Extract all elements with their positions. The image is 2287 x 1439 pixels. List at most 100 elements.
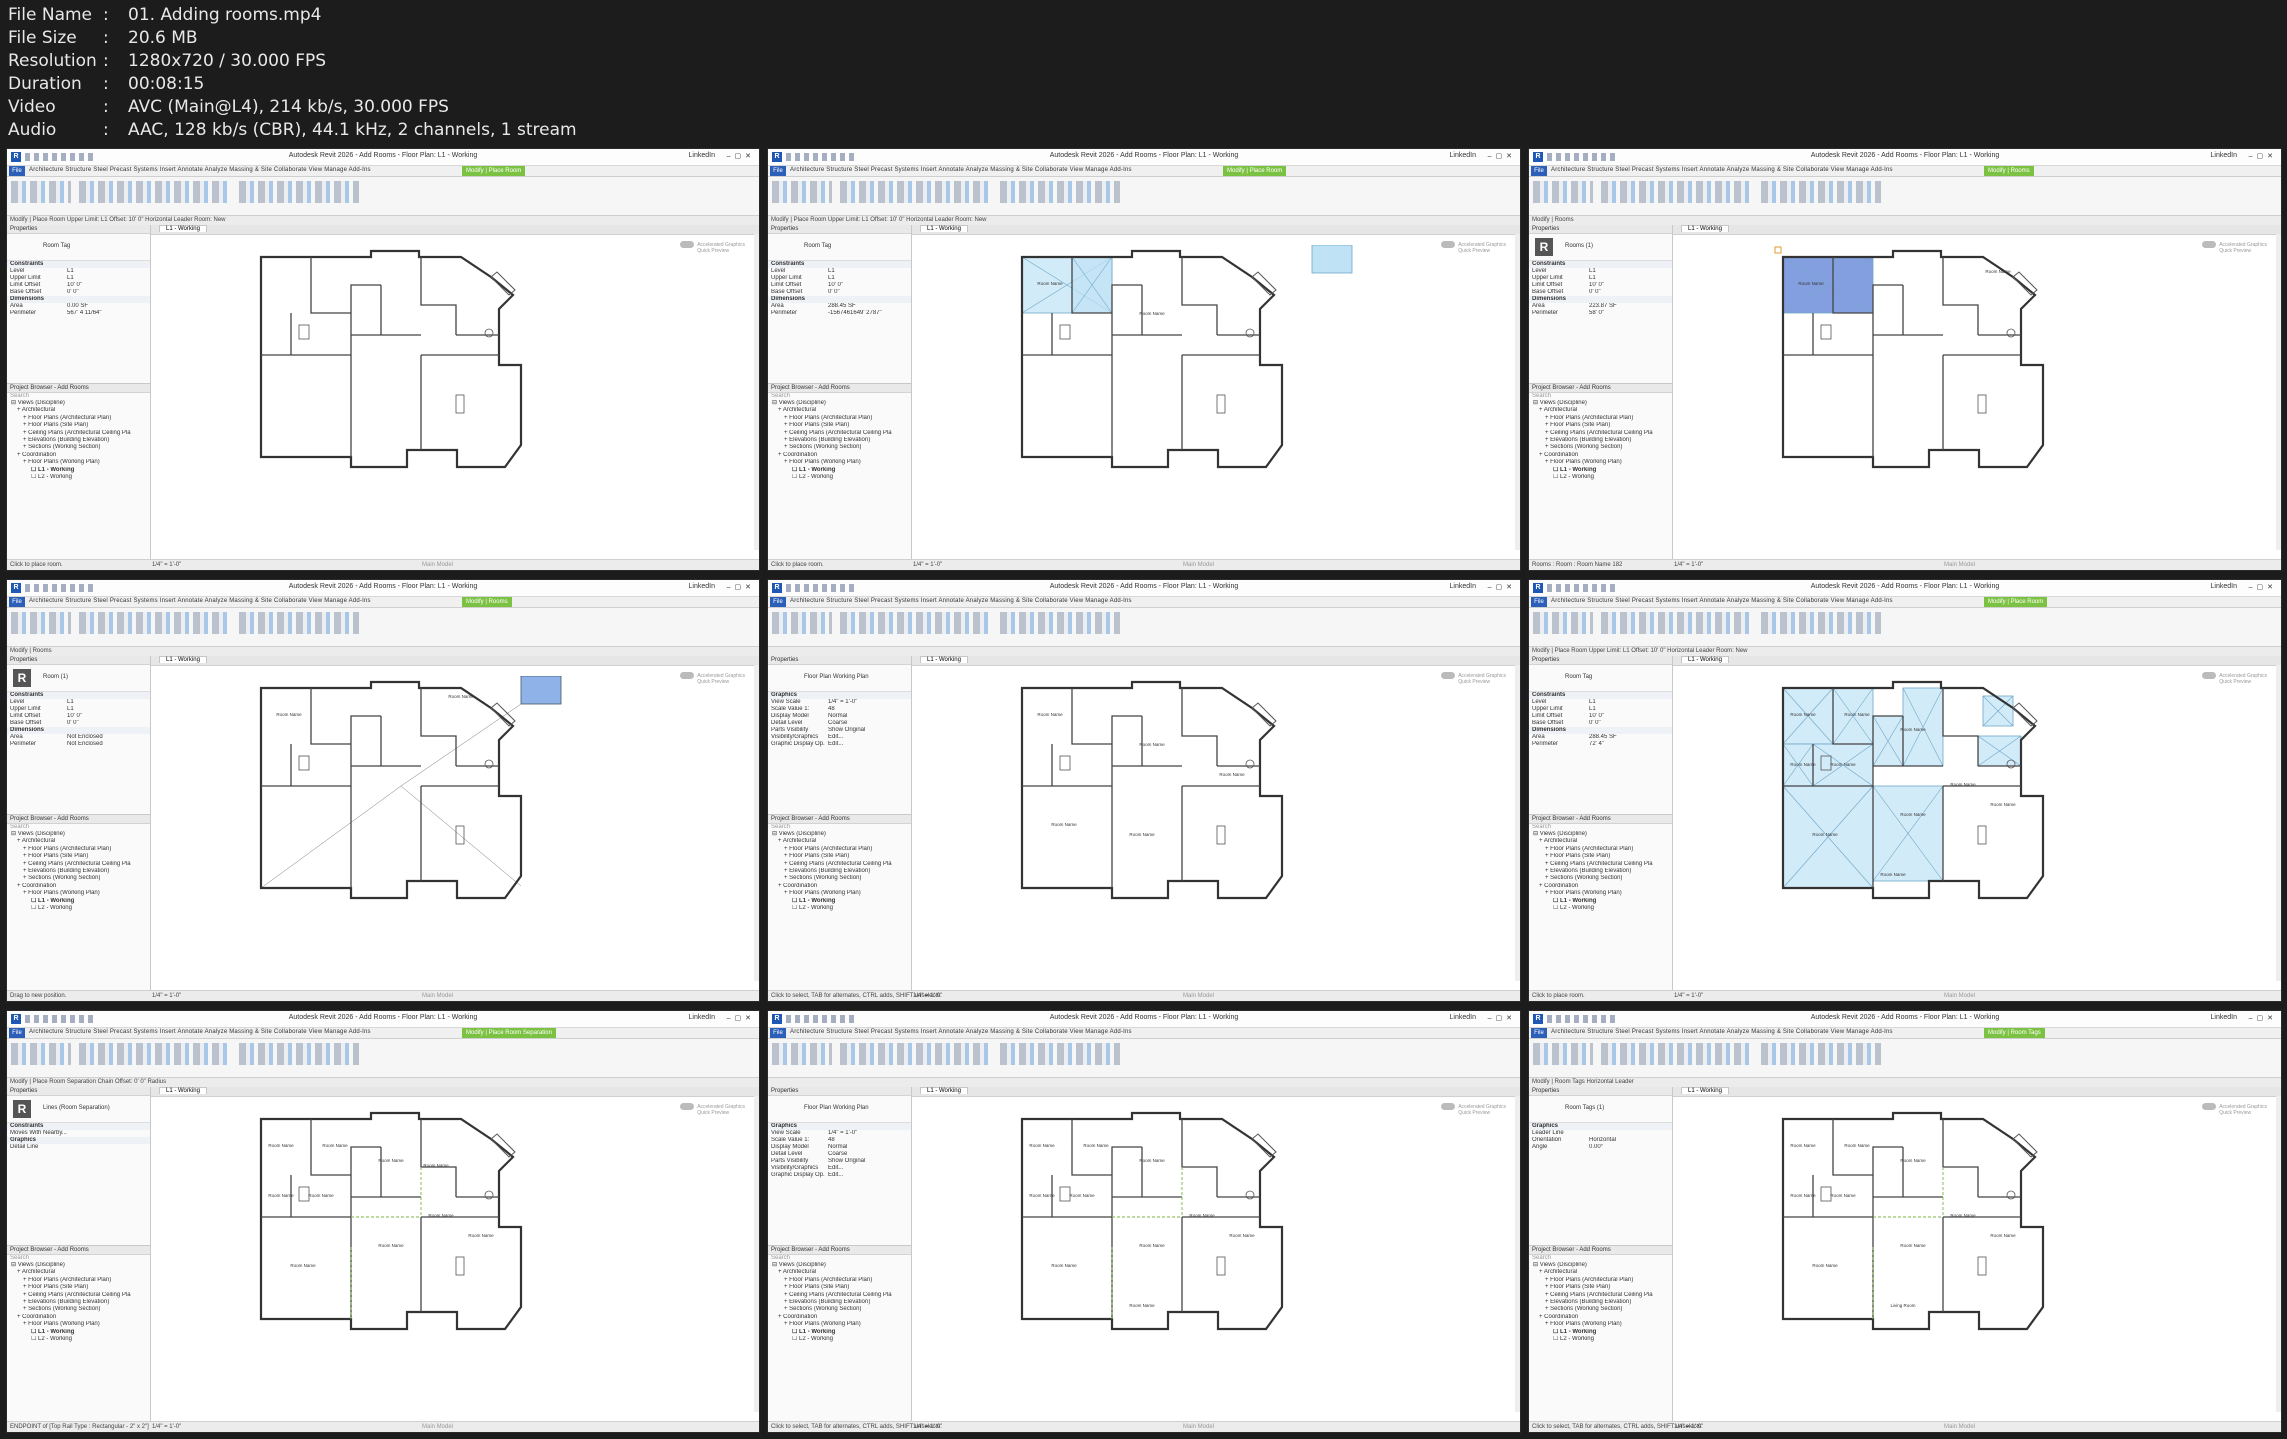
tree-item[interactable]: ⊟ Views (Discipline): [11, 831, 150, 838]
tree-item[interactable]: ☐ L1 - Working: [1533, 1329, 1672, 1336]
tree-item[interactable]: ☐ L1 - Working: [1533, 467, 1672, 474]
tab-file[interactable]: File: [9, 1028, 25, 1038]
view-tab-l1-working[interactable]: L1 - Working: [912, 656, 1520, 666]
tab-file[interactable]: File: [770, 166, 786, 176]
property-value[interactable]: Show Original: [828, 1158, 865, 1165]
type-selector[interactable]: R Lines (Room Separation): [7, 1096, 150, 1123]
browser-search-input[interactable]: Search: [1529, 393, 1672, 400]
property-value[interactable]: 567' 4 11/64": [67, 310, 102, 317]
tree-item[interactable]: + Sections (Working Section): [1533, 1306, 1672, 1313]
property-row[interactable]: Area 288.45 SF: [768, 303, 911, 310]
view-tab-l1-working[interactable]: L1 - Working: [912, 1087, 1520, 1097]
view-scale[interactable]: 1/4" = 1'-0": [1674, 1422, 1703, 1432]
property-value[interactable]: Edit...: [828, 1165, 843, 1172]
window-controls[interactable]: –▢✕: [1488, 152, 1516, 160]
tree-item[interactable]: + Architectural: [1533, 1269, 1672, 1276]
tree-item[interactable]: + Ceiling Plans (Architectural Ceiling P…: [11, 1292, 150, 1299]
vertical-scrollbar[interactable]: [1515, 665, 1520, 981]
ribbon-tools-modify[interactable]: [1533, 612, 1593, 634]
property-row[interactable]: Leader Line: [1529, 1130, 1672, 1137]
tree-item[interactable]: + Architectural: [772, 1269, 911, 1276]
view-scale[interactable]: 1/4" = 1'-0": [152, 991, 181, 1001]
property-row[interactable]: Visibility/Graphics Edit...: [768, 1165, 911, 1172]
property-row[interactable]: Graphic Display Op. Edit...: [768, 1172, 911, 1179]
ribbon-tab-names[interactable]: Architecture Structure Steel Precast Sys…: [29, 1029, 371, 1035]
drawing-area[interactable]: L1 - Working Accelerated Graphics Quick P…: [1673, 656, 2281, 991]
browser-search-input[interactable]: Search: [1529, 824, 1672, 831]
tab-file[interactable]: File: [1531, 166, 1547, 176]
tree-item[interactable]: + Coordination: [1533, 883, 1672, 890]
ribbon-tools-modify[interactable]: [11, 612, 71, 634]
floor-plan-drawing[interactable]: Room Name Room Name Room Name Room Name Room…: [251, 1107, 731, 1337]
main-model-label[interactable]: Main Model: [1183, 991, 1214, 1001]
linkedin-label[interactable]: LinkedIn: [2211, 1014, 2237, 1021]
window-controls[interactable]: –▢✕: [727, 583, 755, 591]
property-value[interactable]: Normal: [828, 1144, 847, 1151]
window-controls[interactable]: –▢✕: [2249, 583, 2277, 591]
window-controls[interactable]: –▢✕: [727, 152, 755, 160]
drawing-area[interactable]: L1 - Working Accelerated Graphics Quick P…: [151, 225, 759, 560]
tree-item[interactable]: + Floor Plans (Site Plan): [772, 422, 911, 429]
ribbon-tools-create[interactable]: [1761, 1043, 1881, 1065]
vertical-scrollbar[interactable]: [754, 1096, 759, 1412]
property-row[interactable]: Base Offset 0' 0": [768, 289, 911, 296]
property-value[interactable]: 288.45 SF: [828, 303, 856, 310]
tree-item[interactable]: + Ceiling Plans (Architectural Ceiling P…: [1533, 1292, 1672, 1299]
window-controls[interactable]: –▢✕: [1488, 1014, 1516, 1022]
property-row[interactable]: Limit Offset 10' 0": [1529, 282, 1672, 289]
ribbon-tools-create[interactable]: [1761, 612, 1881, 634]
vertical-scrollbar[interactable]: [754, 234, 759, 550]
tab-file[interactable]: File: [770, 1028, 786, 1038]
tree-item[interactable]: + Sections (Working Section): [1533, 444, 1672, 451]
tree-item[interactable]: + Architectural: [11, 838, 150, 845]
tree-item[interactable]: + Floor Plans (Architectural Plan): [772, 846, 911, 853]
property-row[interactable]: Area 0.00 SF: [7, 303, 150, 310]
tree-item[interactable]: + Sections (Working Section): [11, 875, 150, 882]
tree-item[interactable]: + Coordination: [1533, 1314, 1672, 1321]
tree-item[interactable]: + Coordination: [772, 883, 911, 890]
property-value[interactable]: 10' 0": [1589, 713, 1604, 720]
window-controls[interactable]: –▢✕: [1488, 583, 1516, 591]
property-row[interactable]: Display Model Normal: [768, 1144, 911, 1151]
property-row[interactable]: Graphics: [768, 1123, 911, 1130]
tree-item[interactable]: ☐ L1 - Working: [11, 467, 150, 474]
main-model-label[interactable]: Main Model: [422, 1422, 453, 1432]
property-row[interactable]: Perimeter Not Enclosed: [7, 741, 150, 748]
type-selector[interactable]: Room Tags (1): [1529, 1096, 1672, 1123]
floor-plan-drawing[interactable]: Room Name Room Name Room Name Room Name Room…: [1012, 1107, 1492, 1337]
view-scale[interactable]: 1/4" = 1'-0": [913, 1422, 942, 1432]
tree-item[interactable]: + Floor Plans (Working Plan): [1533, 1321, 1672, 1328]
property-value[interactable]: L1: [67, 699, 74, 706]
main-model-label[interactable]: Main Model: [1183, 560, 1214, 570]
property-value[interactable]: L1: [828, 268, 835, 275]
tree-item[interactable]: + Coordination: [772, 1314, 911, 1321]
tree-item[interactable]: ⊟ Views (Discipline): [11, 1262, 150, 1269]
ribbon-tab-names[interactable]: Architecture Structure Steel Precast Sys…: [790, 167, 1132, 173]
property-row[interactable]: Detail Level Coarse: [768, 1151, 911, 1158]
ribbon-tools-create[interactable]: [239, 612, 359, 634]
ribbon-tools-edit[interactable]: [79, 612, 229, 634]
tree-item[interactable]: ⊟ Views (Discipline): [1533, 400, 1672, 407]
property-row[interactable]: Constraints: [1529, 692, 1672, 699]
contextual-tab[interactable]: Modify | Place Room: [1223, 166, 1287, 176]
property-value[interactable]: 10' 0": [1589, 282, 1604, 289]
tree-item[interactable]: ☐ L2 - Working: [1533, 1336, 1672, 1343]
property-row[interactable]: Dimensions: [7, 296, 150, 303]
tree-item[interactable]: + Sections (Working Section): [772, 875, 911, 882]
tree-item[interactable]: ☐ L1 - Working: [11, 898, 150, 905]
tree-item[interactable]: ☐ L2 - Working: [11, 474, 150, 481]
property-value[interactable]: Edit...: [828, 741, 843, 748]
view-scale[interactable]: 1/4" = 1'-0": [913, 560, 942, 570]
property-row[interactable]: Perimeter 58' 0": [1529, 310, 1672, 317]
property-row[interactable]: Upper Limit L1: [768, 275, 911, 282]
property-value[interactable]: 48: [828, 1137, 835, 1144]
property-row[interactable]: Constraints: [7, 1123, 150, 1130]
property-row[interactable]: Graphics: [7, 1137, 150, 1144]
property-row[interactable]: Upper Limit L1: [1529, 275, 1672, 282]
tree-item[interactable]: + Ceiling Plans (Architectural Ceiling P…: [772, 430, 911, 437]
property-row[interactable]: Dimensions: [7, 727, 150, 734]
ribbon-tools-create[interactable]: [239, 1043, 359, 1065]
property-row[interactable]: Constraints: [7, 261, 150, 268]
property-row[interactable]: Dimensions: [768, 296, 911, 303]
type-selector[interactable]: Floor Plan Working Plan: [768, 1096, 911, 1123]
